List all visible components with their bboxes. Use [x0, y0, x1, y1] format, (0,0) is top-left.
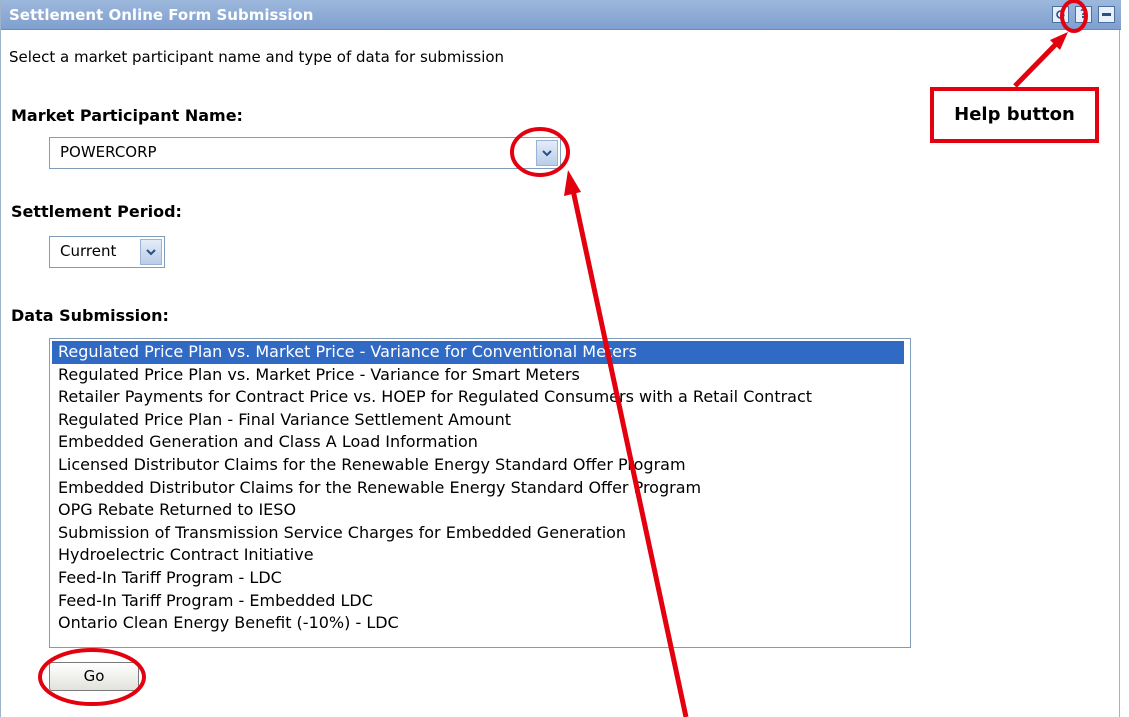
annotation-overlay — [38, 0, 1088, 717]
dropdown-arrow — [570, 189, 689, 717]
help-callout-arrow — [1013, 40, 1060, 88]
go-button-highlight — [38, 648, 146, 706]
help-icon-highlight — [1060, 0, 1088, 33]
dropdown-arrowhead — [564, 170, 581, 196]
dropdown-highlight — [510, 127, 570, 177]
